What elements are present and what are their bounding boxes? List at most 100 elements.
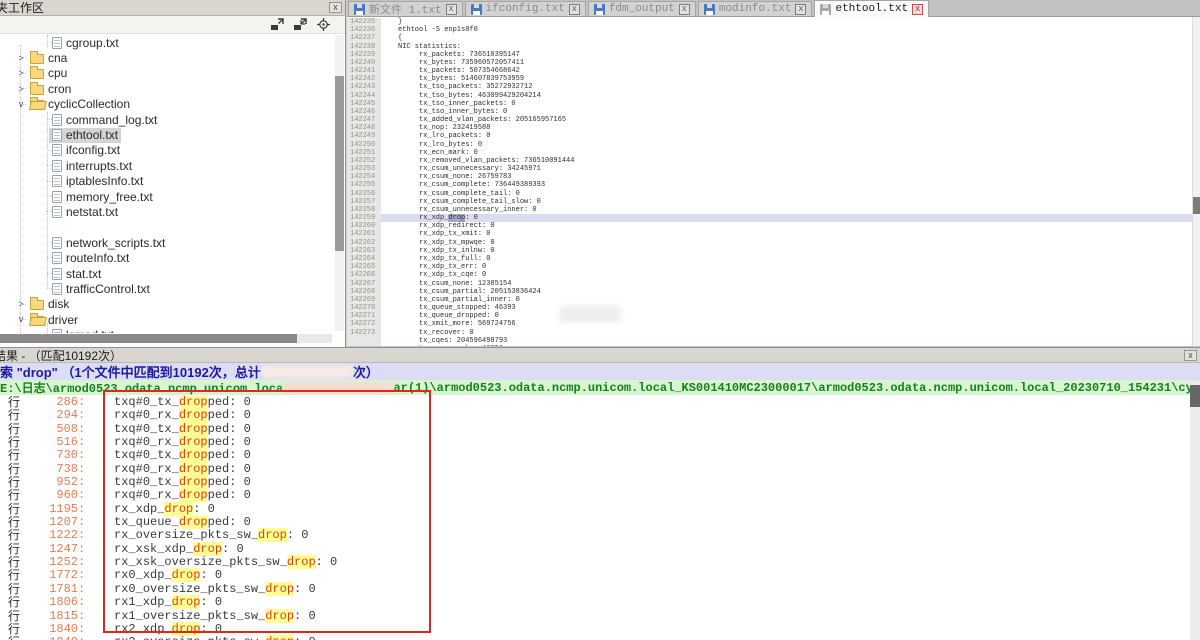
result-row-line-960[interactable]: 行960: rxq#0_rx_dropped: 0 [0,489,1188,502]
editor-line[interactable]: 142257 rx_csum_complete_tail_slow: 0 [347,198,1192,206]
editor-line[interactable]: 142242 tx_bytes: 514607839753959 [347,75,1192,83]
result-row-line-952[interactable]: 行952: txq#0_tx_dropped: 0 [0,476,1188,489]
workspace-close-icon[interactable]: x [329,2,342,13]
tab-close-icon[interactable]: x [446,4,457,15]
editor-line[interactable]: 142264 rx_xdp_tx_full: 0 [347,255,1192,263]
result-row-line-1247[interactable]: 行1247: rx_xsk_xdp_drop: 0 [0,543,1188,556]
tree-item-cyclicCollection[interactable]: ∨cyclicCollection [0,97,334,112]
editor-line[interactable]: 142249 rx_lro_packets: 0 [347,132,1192,140]
tree-item-netstat-txt[interactable]: netstat.txt [0,204,334,219]
tree-item-iptablesInfo-txt[interactable]: iptablesInfo.txt [0,174,334,189]
editor-line[interactable]: 142248 tx_nop: 232419588 [347,124,1192,132]
tree-item-trafficControl-txt[interactable]: trafficControl.txt [0,281,334,296]
editor-line[interactable]: 142247 tx_added_vlan_packets: 2051659571… [347,116,1192,124]
tree-item-driver[interactable]: ∨driver [0,312,334,327]
editor-line[interactable]: 142259 rx_xdp_drop: 0 [347,214,1192,222]
result-row-line-508[interactable]: 行508: txq#0_tx_dropped: 0 [0,423,1188,436]
editor-line[interactable]: 142243 tx_tso_packets: 35272932712 [347,83,1192,91]
editor-line[interactable]: 142274 tx_cqes: 204596498793 [347,337,1192,345]
tree-item-label-wrap[interactable]: driver [27,312,81,327]
results-close-icon[interactable]: x [1184,350,1197,361]
tree-item-ethtool-txt[interactable]: ethtool.txt [0,127,334,142]
editor-line[interactable]: 142265 rx_xdp_tx_err: 0 [347,263,1192,271]
result-row-line-1806[interactable]: 行1806: rx1_xdp_drop: 0 [0,596,1188,609]
editor-line[interactable]: 142245 tx_tso_inner_packets: 0 [347,100,1192,108]
tab-close-icon[interactable]: x [795,4,806,15]
editor-line[interactable]: 142252 rx_removed_vlan_packets: 73651009… [347,157,1192,165]
editor-vertical-scrollbar-thumb[interactable] [1193,197,1200,214]
tree-horizontal-scrollbar-thumb[interactable] [0,334,297,343]
tree-item-memory_free-txt[interactable]: memory_free.txt [0,189,334,204]
tab-modinfo-txt[interactable]: modinfo.txtx [698,1,813,16]
editor-line[interactable]: 142240 rx_bytes: 735960572057411 [347,59,1192,67]
editor-line[interactable]: 142258 rx_csum_unnecessary_inner: 0 [347,206,1192,214]
tree-item-label-wrap[interactable]: network_scripts.txt [49,235,168,250]
results-vertical-scrollbar[interactable] [1190,381,1200,640]
tree-item-cgroup-txt[interactable]: cgroup.txt [0,35,334,50]
result-row-line-1772[interactable]: 行1772: rx0_xdp_drop: 0 [0,569,1188,582]
tree-item-cron[interactable]: >cron [0,81,334,96]
tab-ifconfig-txt[interactable]: ifconfig.txtx [465,1,586,16]
editor-line[interactable]: 142263 rx_xdp_tx_inlnw: 0 [347,247,1192,255]
tab--1-txt[interactable]: 新文件 1.txtx [348,1,463,16]
editor-line[interactable]: 142266 rx_xdp_tx_cqe: 0 [347,271,1192,279]
editor-line[interactable]: 142271 tx_queue_dropped: 0 [347,312,1192,320]
tree-item-label-wrap[interactable]: stat.txt [49,266,104,281]
tree-item-label-wrap[interactable]: memory_free.txt [49,189,156,204]
tree-item-label-wrap[interactable]: disk [27,297,72,312]
tree-item-interrupts-txt[interactable]: interrupts.txt [0,158,334,173]
tree-item-label-wrap[interactable]: lsmod.txt [49,328,117,333]
editor-line[interactable]: 142261 rx_xdp_tx_xmit: 0 [347,230,1192,238]
editor-line[interactable]: 142272 tx_xmit_more: 569724756 [347,320,1192,328]
result-row-line-1781[interactable]: 行1781: rx0_oversize_pkts_sw_drop: 0 [0,583,1188,596]
result-row-line-1195[interactable]: 行1195: rx_xdp_drop: 0 [0,503,1188,516]
editor-line[interactable]: 142244 tx_tso_bytes: 463099429204214 [347,92,1192,100]
tree-horizontal-scrollbar[interactable] [0,334,332,343]
result-row-line-1222[interactable]: 行1222: rx_oversize_pkts_sw_drop: 0 [0,529,1188,542]
editor-line[interactable]: 142241 tx_packets: 507354668642 [347,67,1192,75]
result-row-line-1849[interactable]: 行1849: rx2_oversize_pkts_sw_drop: 0 [0,636,1188,640]
result-row-line-1840[interactable]: 行1840: rx2_xdp_drop: 0 [0,623,1188,636]
tree-item-label-wrap[interactable]: ifconfig.txt [49,143,123,158]
expand-all-icon[interactable] [270,18,285,31]
tree-item-label-wrap[interactable]: cna [27,51,70,66]
tree-item-label-wrap[interactable]: cpu [27,66,70,81]
tree-item-network_scripts-txt[interactable]: network_scripts.txt [0,235,334,250]
collapse-all-icon[interactable] [293,18,308,31]
tab-fdm_output[interactable]: fdm_outputx [588,1,696,16]
editor-line[interactable]: 142262 rx_xdp_tx_mpwqe: 0 [347,239,1192,247]
tree-item-label-wrap[interactable]: cron [27,81,74,96]
tree-item-disk[interactable]: >disk [0,297,334,312]
tab-close-icon[interactable]: x [679,4,690,15]
tree-item-command_log-txt[interactable]: command_log.txt [0,112,334,127]
result-row-line-1252[interactable]: 行1252: rx_xsk_oversize_pkts_sw_drop: 0 [0,556,1188,569]
editor-line[interactable]: 142255 rx_csum_complete: 736449389393 [347,181,1192,189]
editor-line[interactable]: 142260 rx_xdp_redirect: 0 [347,222,1192,230]
editor-line[interactable]: 142273 tx_recover: 0 [347,329,1192,337]
editor-line[interactable]: 142237{ [347,34,1192,42]
editor-line[interactable]: 142246 tx_tso_inner_bytes: 0 [347,108,1192,116]
result-row-line-286[interactable]: 行286: txq#0_tx_dropped: 0 [0,396,1188,409]
tree-item-label-wrap[interactable]: netstat.txt [49,204,121,219]
editor-line[interactable]: 142251 rx_ecn_mark: 0 [347,149,1192,157]
tree-item-lsmod-txt[interactable]: lsmod.txt [0,327,334,333]
tree-item-label-wrap[interactable]: routeInfo.txt [49,251,132,266]
result-row-line-1815[interactable]: 行1815: rx1_oversize_pkts_sw_drop: 0 [0,610,1188,623]
locate-file-icon[interactable] [316,18,331,31]
tab-ethtool-txt[interactable]: ethtool.txtx [814,0,929,17]
editor-line[interactable]: 142268 tx_csum_partial: 205153836424 [347,288,1192,296]
result-row-line-738[interactable]: 行738: rxq#0_rx_dropped: 0 [0,463,1188,476]
editor-line[interactable]: 142275 tx_queue_wake: 46396 [347,345,1192,346]
tree-item-cpu[interactable]: >cpu [0,66,334,81]
result-row-line-730[interactable]: 行730: txq#0_tx_dropped: 0 [0,449,1188,462]
editor-text-area[interactable]: 142235}142236ethtool -S enp1s0f0142237{1… [347,17,1192,346]
editor-line[interactable]: 142250 rx_lro_bytes: 0 [347,141,1192,149]
editor-line[interactable]: 142235} [347,18,1192,26]
editor-line[interactable]: 142256 rx_csum_complete_tail: 0 [347,190,1192,198]
result-row-line-1207[interactable]: 行1207: tx_queue_dropped: 0 [0,516,1188,529]
editor-line[interactable]: 142253 rx_csum_unnecessary: 34245971 [347,165,1192,173]
editor-vertical-scrollbar[interactable] [1192,17,1200,346]
tree-item-routeInfo-txt[interactable]: routeInfo.txt [0,250,334,265]
editor-line[interactable]: 142239 rx_packets: 736510395147 [347,51,1192,59]
editor-line[interactable]: 142269 tx_csum_partial_inner: 0 [347,296,1192,304]
